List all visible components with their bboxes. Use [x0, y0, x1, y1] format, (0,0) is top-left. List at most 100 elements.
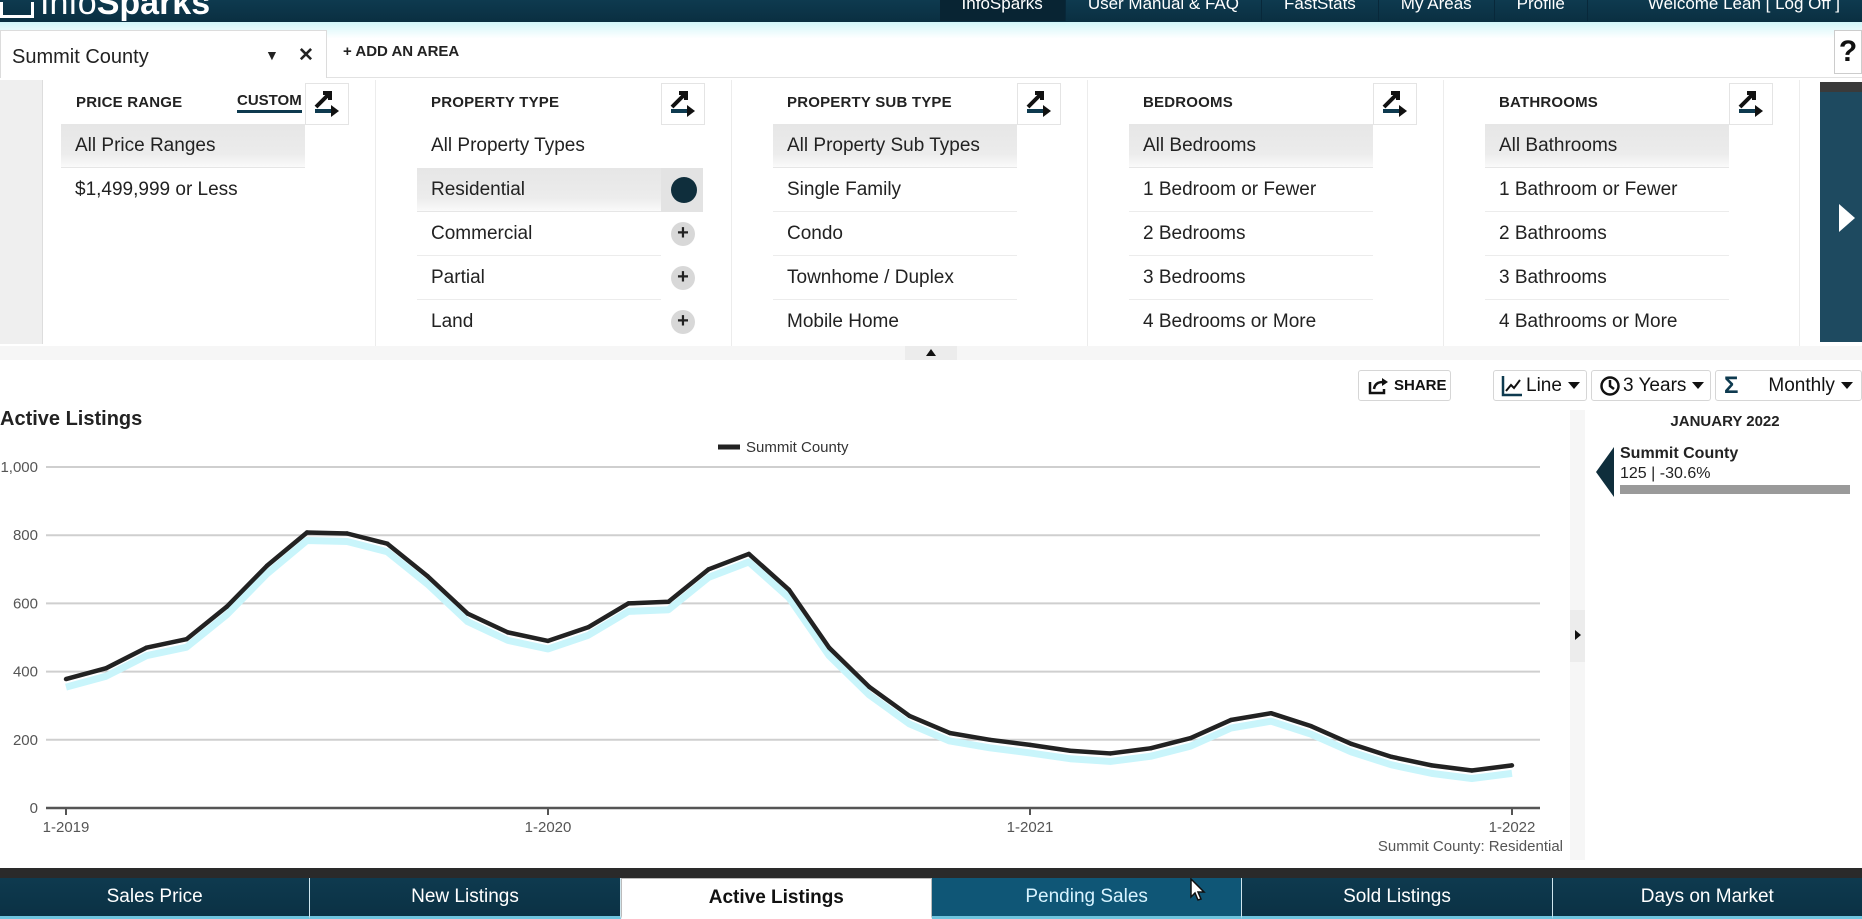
- nav-my-areas[interactable]: My Areas: [1377, 0, 1494, 21]
- filter-option[interactable]: All Property Sub Types: [773, 124, 1017, 168]
- data-point: [1188, 735, 1193, 741]
- share-button[interactable]: SHARE: [1358, 370, 1451, 401]
- data-point: [826, 645, 832, 650]
- filter-option-label: All Price Ranges: [75, 135, 216, 156]
- y-tick-label: 0: [30, 800, 38, 817]
- data-point: [505, 630, 511, 635]
- x-tick-label: 1-2022: [1489, 819, 1536, 836]
- add-plus-icon[interactable]: +: [671, 222, 695, 246]
- data-point: [1429, 763, 1434, 768]
- collapse-filters-button[interactable]: [905, 346, 957, 360]
- filter-option[interactable]: All Bathrooms: [1485, 124, 1729, 168]
- filter-option[interactable]: All Bedrooms: [1129, 124, 1373, 168]
- filter-option[interactable]: Commercial +: [417, 212, 695, 256]
- legend-label: Summit County: [746, 439, 849, 456]
- nav-user-manual[interactable]: User Manual & FAQ: [1064, 0, 1261, 21]
- aggregation-dropdown[interactable]: Σ Monthly: [1715, 370, 1862, 401]
- tab-new-listings[interactable]: New Listings: [310, 878, 621, 919]
- readout-bar-track: [1620, 485, 1850, 494]
- add-plus-icon[interactable]: +: [671, 266, 695, 290]
- filter-option[interactable]: Land +: [417, 300, 695, 344]
- column-divider: [1799, 80, 1800, 348]
- data-point: [224, 604, 229, 610]
- tab-active-listings[interactable]: Active Listings: [620, 878, 932, 919]
- split-filter-button[interactable]: [1373, 83, 1417, 125]
- split-filter-button[interactable]: [305, 83, 349, 125]
- nav-infosparks[interactable]: InfoSparks: [939, 0, 1065, 21]
- split-filter-button[interactable]: [1729, 83, 1773, 125]
- filter-option[interactable]: 3 Bathrooms: [1485, 256, 1729, 300]
- data-point: [947, 730, 952, 736]
- data-point: [1469, 768, 1475, 773]
- readout-date: JANUARY 2022: [1670, 413, 1780, 430]
- data-point: [1108, 751, 1113, 756]
- data-point: [706, 567, 711, 572]
- chart-type-dropdown[interactable]: Line: [1493, 370, 1587, 401]
- filter-option[interactable]: Partial +: [417, 256, 695, 300]
- filter-option[interactable]: 1 Bathroom or Fewer: [1485, 168, 1729, 212]
- filter-option-label: 2 Bathrooms: [1499, 223, 1607, 244]
- split-filter-button[interactable]: [661, 83, 705, 125]
- area-name: Summit County: [12, 46, 149, 68]
- sigma-icon: Σ: [1724, 371, 1739, 399]
- logo-text-bold: Sparks: [96, 0, 211, 22]
- filter-option[interactable]: All Price Ranges: [61, 124, 305, 168]
- tab-days-on-market[interactable]: Days on Market: [1552, 878, 1862, 919]
- filter-option[interactable]: $1,499,999 or Less: [61, 168, 305, 212]
- data-point: [144, 645, 149, 650]
- left-panel-stub[interactable]: [0, 80, 43, 344]
- data-point: [1349, 741, 1354, 747]
- filter-option[interactable]: Single Family: [773, 168, 1017, 212]
- data-point: [385, 541, 390, 546]
- readout-series-name: Summit County: [1620, 445, 1739, 462]
- filter-option[interactable]: All Property Types: [417, 124, 661, 168]
- filter-option[interactable]: Residential: [417, 168, 703, 212]
- panel-splitter[interactable]: [1570, 410, 1585, 860]
- filter-option-label: Residential: [431, 179, 525, 200]
- y-tick-label: 800: [13, 527, 38, 544]
- split-arrows-icon: [1382, 91, 1407, 117]
- more-filters-panel[interactable]: [1820, 82, 1862, 342]
- filter-property-type: PROPERTY TYPE All Property Types Residen…: [417, 80, 732, 348]
- selected-dot-icon[interactable]: [671, 177, 697, 203]
- area-tab[interactable]: Summit County ▼ ✕: [0, 30, 327, 78]
- add-plus-icon[interactable]: +: [671, 310, 695, 334]
- filter-option[interactable]: 3 Bedrooms: [1129, 256, 1373, 300]
- data-point: [786, 587, 792, 592]
- scroll-right-icon[interactable]: [1839, 204, 1855, 232]
- filter-option-label: 1 Bathroom or Fewer: [1499, 179, 1678, 200]
- area-dropdown-icon[interactable]: ▼: [265, 47, 279, 63]
- close-area-icon[interactable]: ✕: [298, 44, 314, 67]
- data-point: [1027, 742, 1033, 748]
- tab-sold-listings[interactable]: Sold Listings: [1242, 878, 1553, 919]
- nav-welcome-logoff[interactable]: Welcome Leah [ Log Off ]: [1586, 0, 1862, 21]
- filter-option[interactable]: 2 Bedrooms: [1129, 212, 1373, 256]
- filter-option-label: Single Family: [787, 179, 902, 200]
- help-button[interactable]: ?: [1834, 30, 1862, 74]
- expand-right-icon[interactable]: [1575, 630, 1581, 640]
- nav-faststats[interactable]: FastStats: [1260, 0, 1378, 21]
- filter-option[interactable]: 2 Bathrooms: [1485, 212, 1729, 256]
- add-area-button[interactable]: + ADD AN AREA: [343, 43, 459, 60]
- logo[interactable]: Info Sparks: [0, 0, 211, 22]
- filter-option[interactable]: 4 Bedrooms or More: [1129, 300, 1373, 344]
- caret-down-icon: [1567, 382, 1580, 389]
- line-chart[interactable]: 0 200 400 600 800 1,000 1-2019 1-2020 1-2021 1-2…: [0, 430, 1570, 860]
- tab-sales-price[interactable]: Sales Price: [0, 878, 311, 919]
- filter-option[interactable]: Townhome / Duplex: [773, 256, 1017, 300]
- share-label: SHARE: [1394, 377, 1447, 394]
- filter-option[interactable]: Condo: [773, 212, 1017, 256]
- filter-option[interactable]: 1 Bedroom or Fewer: [1129, 168, 1373, 212]
- filter-option[interactable]: 4 Bathrooms or More: [1485, 300, 1729, 344]
- time-range-dropdown[interactable]: 3 Years: [1591, 370, 1711, 401]
- nav-profile[interactable]: Profile: [1493, 0, 1587, 21]
- split-arrows-icon: [314, 91, 339, 117]
- data-point: [1509, 763, 1515, 768]
- data-point: [304, 530, 310, 535]
- x-tick-label: 1-2021: [1007, 819, 1054, 836]
- split-filter-button[interactable]: [1017, 83, 1061, 125]
- filter-option[interactable]: Mobile Home: [773, 300, 1017, 344]
- top-nav: Info Sparks InfoSparks User Manual & FAQ …: [0, 0, 1862, 22]
- split-arrows-icon: [1738, 91, 1763, 117]
- custom-price-link[interactable]: CUSTOM: [237, 92, 302, 113]
